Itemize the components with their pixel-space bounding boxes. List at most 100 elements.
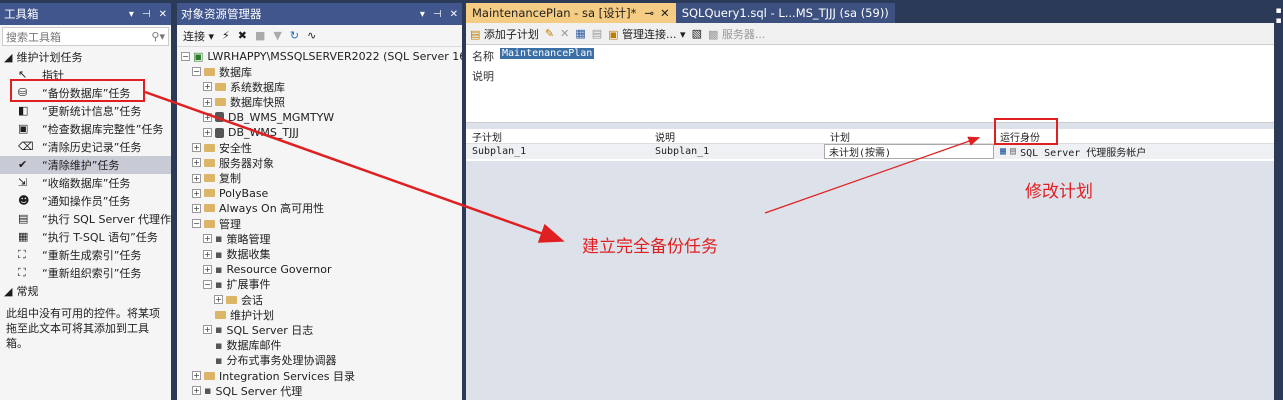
design-surface[interactable] [466, 161, 1274, 400]
collapse-icon[interactable]: − [203, 279, 212, 289]
toolbox-item[interactable]: ⇲ “收缩数据库”任务 [0, 174, 171, 192]
expand-icon[interactable]: + [203, 112, 212, 122]
tree-node[interactable]: + ▪ SQL Server 代理 [177, 383, 462, 398]
tree-node[interactable]: + ▪ SQL Server 日志 [177, 322, 462, 337]
schedule-calendar-icon[interactable]: ▦ [1000, 146, 1006, 157]
expand-icon[interactable]: + [203, 128, 212, 138]
tree-node[interactable]: + Always On 高可用性 [177, 201, 462, 216]
cell-description[interactable]: Subplan_1 [649, 146, 824, 157]
expand-icon[interactable]: + [192, 386, 201, 396]
toolbox-item-label: “执行 T-SQL 语句”任务 [42, 231, 158, 244]
expand-icon[interactable]: + [192, 143, 201, 153]
connect-icon[interactable]: ⚡ [222, 29, 230, 42]
expand-icon[interactable]: + [192, 188, 201, 198]
description-field[interactable] [498, 65, 1274, 120]
toolbox-group-general[interactable]: ◢ 常规 [0, 282, 171, 300]
expand-icon[interactable]: + [203, 249, 212, 259]
cell-run-as[interactable]: ▦ ▤ SQL Server 代理服务帐户 [994, 144, 1274, 159]
tree-node[interactable]: + Integration Services 目录 [177, 368, 462, 383]
close-icon[interactable]: ✕ [660, 6, 670, 20]
tree-node[interactable]: + 数据库快照 [177, 95, 462, 110]
collapse-icon[interactable]: − [181, 52, 190, 62]
refresh-icon[interactable]: ↻ [290, 29, 299, 42]
expand-icon[interactable]: + [192, 371, 201, 381]
activity-icon[interactable]: ∿ [307, 29, 316, 42]
dropdown-icon[interactable]: ▾ [420, 9, 425, 20]
close-icon[interactable]: ✕ [450, 9, 458, 20]
report-icon[interactable]: ▤ [592, 27, 602, 40]
pin-icon[interactable]: ⊣ [433, 9, 442, 20]
manage-connections-button[interactable]: ▣ 管理连接... ▾ [608, 26, 685, 42]
expand-icon[interactable]: + [203, 234, 212, 244]
table-row[interactable]: Subplan_1 Subplan_1 未计划(按需) ▦ ▤ SQL Serv… [466, 144, 1274, 159]
delete-icon[interactable]: ✕ [560, 27, 569, 40]
expand-icon[interactable]: + [203, 82, 212, 92]
filter-icon[interactable]: ▼ [273, 29, 281, 42]
tree-node[interactable]: − ▪ 扩展事件 [177, 277, 462, 292]
folder-icon [215, 82, 226, 91]
tree-node-server[interactable]: − ▣ LWRHAPPY\MSSQLSERVER2022 (SQL Server… [177, 49, 462, 64]
toolbox-item[interactable]: ▣ “检查数据库完整性”任务 [0, 120, 171, 138]
tree-node[interactable]: + ▪ 策略管理 [177, 231, 462, 246]
tsql-icon: ▦ [18, 230, 29, 243]
expand-icon[interactable]: + [203, 264, 212, 274]
tree-node[interactable]: + 安全性 [177, 140, 462, 155]
pin-icon[interactable]: ⊸ [644, 6, 654, 20]
log-icon[interactable]: ▧ [692, 27, 702, 40]
toolbox-item[interactable]: ⌫ “清除历史记录”任务 [0, 138, 171, 156]
tab-maintenance-plan[interactable]: MaintenancePlan - sa [设计]* ⊸ ✕ [466, 3, 676, 23]
add-subplan-icon: ▤ [470, 27, 481, 41]
toolbox-title: 工具箱 [4, 7, 39, 21]
tree-node[interactable]: − 管理 [177, 216, 462, 231]
tree-node[interactable]: − 数据库 [177, 64, 462, 79]
tree-node[interactable]: + 会话 [177, 292, 462, 307]
connect-button[interactable]: 连接 ▾ [183, 28, 214, 44]
expand-icon[interactable]: + [214, 295, 223, 305]
stop-icon[interactable]: ■ [255, 29, 265, 42]
cell-subplan[interactable]: Subplan_1 [466, 146, 649, 157]
tree-node[interactable]: + DB_WMS_MGMTYW [177, 110, 462, 125]
toolbox-item[interactable]: ◧ “更新统计信息”任务 [0, 102, 171, 120]
edit-icon[interactable]: ✎ [545, 27, 554, 40]
expand-icon[interactable]: + [192, 158, 201, 168]
tree-node[interactable]: + 服务器对象 [177, 155, 462, 170]
disconnect-icon[interactable]: ✖ [238, 29, 247, 42]
collapse-icon[interactable]: − [192, 67, 201, 77]
tree-node[interactable]: + DB_WMS_TJJJ [177, 125, 462, 140]
cell-schedule[interactable]: 未计划(按需) [824, 144, 994, 159]
folder-icon [204, 189, 215, 198]
tree-node[interactable]: + PolyBase [177, 186, 462, 201]
expand-icon[interactable]: + [203, 325, 212, 335]
toolbox-search-input[interactable]: 搜索工具箱 ⚲▾ [2, 27, 169, 46]
tree-node[interactable]: ▪ 分布式事务处理协调器 [177, 353, 462, 368]
tree-node[interactable]: + ▪ 数据收集 [177, 246, 462, 261]
search-icon[interactable]: ⚲▾ [151, 30, 165, 43]
add-subplan-button[interactable]: ▤ 添加子计划 [470, 26, 539, 42]
servers-button[interactable]: ▩ 服务器... [708, 26, 765, 42]
tree-node-label: 数据库 [219, 65, 252, 79]
expand-icon[interactable]: + [192, 203, 201, 213]
dropdown-icon[interactable]: ▾ [129, 9, 134, 20]
remove-schedule-icon[interactable]: ▤ [1010, 146, 1016, 157]
toolbox-item[interactable]: ▤ “执行 SQL Server 代理作... [0, 210, 171, 228]
pin-icon[interactable]: ⊣ [142, 9, 151, 20]
toolbox-item[interactable]: ⛶ “重新组织索引”任务 [0, 264, 171, 282]
tab-sql-query[interactable]: SQLQuery1.sql - L...MS_TJJJ (sa (59)) [675, 3, 895, 23]
expand-icon[interactable]: + [203, 97, 212, 107]
expand-icon[interactable]: + [192, 173, 201, 183]
toolbox-item[interactable]: ⛶ “重新生成索引”任务 [0, 246, 171, 264]
tree-node[interactable]: + ▪ Resource Governor [177, 262, 462, 277]
tree-node[interactable]: + 复制 [177, 171, 462, 186]
toolbox-item[interactable]: ▦ “执行 T-SQL 语句”任务 [0, 228, 171, 246]
toolbox-item[interactable]: ☻ “通知操作员”任务 [0, 192, 171, 210]
tree-node[interactable]: 维护计划 [177, 307, 462, 322]
tree-node[interactable]: + 系统数据库 [177, 79, 462, 94]
tree-node[interactable]: ▪ 数据库邮件 [177, 338, 462, 353]
close-icon[interactable]: ✕ [159, 9, 167, 20]
grid-icon[interactable]: ▦ [575, 27, 585, 40]
name-field[interactable]: MaintenancePlan [500, 48, 595, 59]
toolbox-group-maintenance[interactable]: ◢ 维护计划任务 [0, 48, 171, 66]
properties-side-tab[interactable]: ▪ ▪ [1274, 0, 1283, 400]
collapse-icon[interactable]: − [192, 219, 201, 229]
toolbox-item[interactable]: ✔ “清除维护”任务 [0, 156, 171, 174]
